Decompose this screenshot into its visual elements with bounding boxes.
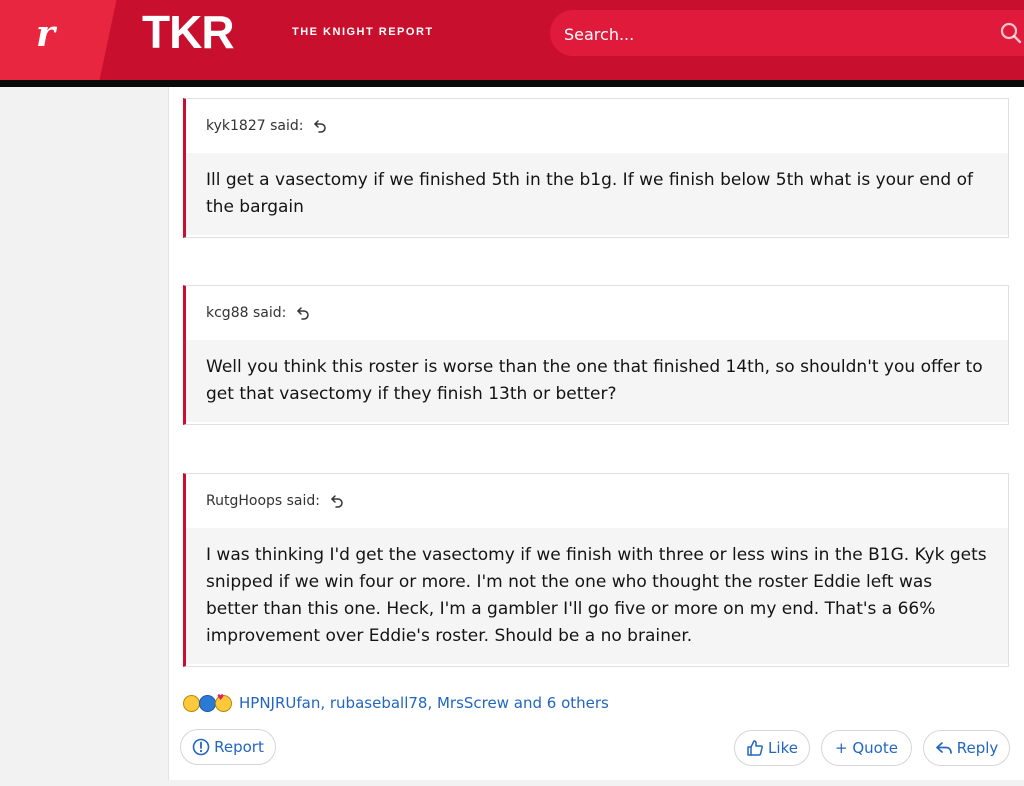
laugh-reaction-icon <box>183 694 200 712</box>
search-input[interactable] <box>562 10 986 58</box>
site-header: r TKR THE KNIGHT REPORT <box>0 0 1024 80</box>
tkr-logo[interactable]: TKR <box>142 9 235 55</box>
search-box[interactable] <box>550 10 1024 58</box>
header-divider <box>0 80 1024 87</box>
quote-author[interactable]: kcg88 said: <box>206 305 286 321</box>
like-reaction-icon <box>199 694 216 712</box>
quote-header[interactable]: kcg88 said: <box>186 286 1008 340</box>
left-gutter <box>0 87 168 786</box>
quote-author[interactable]: RutgHoops said: <box>206 493 320 509</box>
reactions-summary[interactable]: HPNJRUfan, rubaseball78, MrsScrew and 6 … <box>239 694 609 712</box>
reactions-bar[interactable]: HPNJRUfan, rubaseball78, MrsScrew and 6 … <box>183 692 609 714</box>
jump-to-quote-icon[interactable] <box>313 119 327 133</box>
quote-text: Well you think this roster is worse than… <box>186 340 1008 422</box>
report-label: Report <box>214 738 264 756</box>
like-button[interactable]: Like <box>734 730 810 766</box>
jump-to-quote-icon[interactable] <box>296 306 310 320</box>
quote-block: RutgHoops said: I was thinking I'd get t… <box>183 473 1009 667</box>
reply-label: Reply <box>956 739 999 757</box>
love-reaction-icon <box>215 693 232 712</box>
report-button[interactable]: Report <box>180 729 276 765</box>
quote-text: Ill get a vasectomy if we finished 5th i… <box>186 153 1008 235</box>
quote-text: I was thinking I'd get the vasectomy if … <box>186 528 1008 664</box>
reply-icon <box>935 742 952 754</box>
quote-header[interactable]: kyk1827 said: <box>186 99 1008 153</box>
quote-block: kyk1827 said: Ill get a vasectomy if we … <box>183 98 1009 238</box>
quote-label: + Quote <box>835 739 898 757</box>
rivals-logo[interactable]: r <box>36 14 76 56</box>
jump-to-quote-icon[interactable] <box>330 494 344 508</box>
quote-header[interactable]: RutgHoops said: <box>186 474 1008 528</box>
quote-block: kcg88 said: Well you think this roster i… <box>183 285 1009 425</box>
quote-button[interactable]: + Quote <box>821 730 912 766</box>
brand-tagline: THE KNIGHT REPORT <box>292 26 434 38</box>
search-icon[interactable] <box>1000 22 1022 44</box>
reply-button[interactable]: Reply <box>923 730 1010 766</box>
quote-author[interactable]: kyk1827 said: <box>206 118 303 134</box>
like-label: Like <box>768 739 798 757</box>
thumbs-up-icon <box>747 740 763 756</box>
report-icon <box>192 738 210 756</box>
